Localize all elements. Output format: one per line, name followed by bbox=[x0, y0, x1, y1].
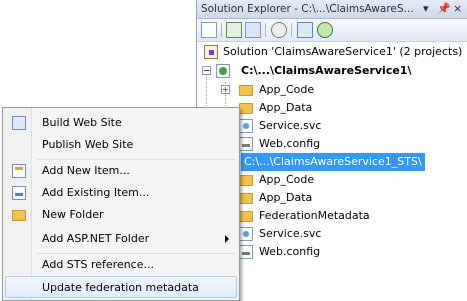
folder-icon bbox=[239, 103, 253, 114]
show-all-files-icon[interactable] bbox=[245, 22, 261, 38]
refresh-icon[interactable] bbox=[226, 22, 242, 38]
tree-item-label: Service.svc bbox=[259, 227, 322, 240]
tree-item-label: Service.svc bbox=[259, 119, 322, 132]
menu-item-add-sts-reference[interactable]: Add STS reference... bbox=[5, 254, 237, 276]
menu-item-label: Add Existing Item... bbox=[42, 186, 150, 199]
folder-icon bbox=[12, 210, 26, 221]
tree-item-solution[interactable]: Solution 'ClaimsAwareService1' (2 projec… bbox=[197, 43, 467, 61]
context-menu: Build Web Site Publish Web Site Add New … bbox=[2, 107, 240, 301]
dropdown-arrow-icon[interactable]: ▾ bbox=[423, 2, 429, 15]
config-file-icon bbox=[239, 245, 253, 259]
solution-explorer-toolbar bbox=[197, 19, 467, 42]
web-project-icon bbox=[216, 64, 230, 78]
web-configuration-icon[interactable] bbox=[317, 22, 333, 38]
menu-item-build-web-site[interactable]: Build Web Site bbox=[5, 112, 237, 134]
tree-item-label: App_Code bbox=[259, 173, 315, 186]
project-2-label: C:\...\ClaimsAwareService1_STS\ bbox=[241, 153, 425, 171]
menu-item-new-folder[interactable]: New Folder bbox=[5, 204, 237, 226]
tree-item-label: App_Data bbox=[259, 101, 313, 114]
menu-item-label: Add STS reference... bbox=[42, 258, 154, 271]
svc-file-icon bbox=[239, 227, 253, 241]
menu-item-label: Add New Item... bbox=[42, 164, 130, 177]
config-file-icon bbox=[239, 137, 253, 151]
properties-icon[interactable] bbox=[201, 22, 217, 38]
pin-icon[interactable]: 📌 bbox=[437, 2, 451, 15]
collapse-icon[interactable]: − bbox=[202, 66, 211, 75]
toolbar-separator bbox=[221, 23, 222, 37]
menu-item-update-federation-metadata[interactable]: Update federation metadata bbox=[5, 276, 237, 298]
menu-item-label: Build Web Site bbox=[42, 116, 122, 129]
existing-item-icon bbox=[12, 186, 26, 200]
folder-icon bbox=[239, 175, 253, 186]
build-icon bbox=[12, 116, 26, 130]
expand-icon[interactable]: + bbox=[221, 85, 230, 94]
tree-item-label: Web.config bbox=[259, 137, 321, 150]
view-designer-icon[interactable] bbox=[297, 22, 313, 38]
submenu-arrow-icon bbox=[225, 235, 229, 243]
solution-label: Solution 'ClaimsAwareService1' (2 projec… bbox=[223, 45, 463, 58]
tree-item-project-1[interactable]: − C:\...\ClaimsAwareService1\ bbox=[197, 62, 467, 80]
menu-item-add-existing-item[interactable]: Add Existing Item... bbox=[5, 182, 237, 204]
menu-item-add-aspnet-folder[interactable]: Add ASP.NET Folder bbox=[5, 228, 237, 250]
project-1-label: C:\...\ClaimsAwareService1\ bbox=[241, 64, 412, 77]
tree-item-label: App_Data bbox=[259, 191, 313, 204]
svc-file-icon bbox=[239, 119, 253, 133]
menu-item-label: Add ASP.NET Folder bbox=[42, 232, 150, 245]
close-icon[interactable]: × bbox=[453, 2, 462, 15]
folder-icon bbox=[239, 193, 253, 204]
folder-icon bbox=[239, 211, 253, 222]
nest-related-files-icon[interactable] bbox=[271, 22, 287, 38]
menu-item-publish-web-site[interactable]: Publish Web Site bbox=[5, 134, 237, 156]
menu-item-label: Update federation metadata bbox=[42, 281, 199, 294]
folder-icon bbox=[239, 85, 253, 96]
solution-icon bbox=[204, 45, 218, 59]
tree-item-label: Web.config bbox=[259, 245, 321, 258]
solution-explorer-title: Solution Explorer - C:\...\ClaimsAwareS.… bbox=[201, 3, 414, 15]
tree-item-label: App_Code bbox=[259, 83, 315, 96]
toolbar-separator bbox=[291, 23, 292, 37]
menu-item-add-new-item[interactable]: Add New Item... bbox=[5, 160, 237, 182]
menu-item-label: New Folder bbox=[42, 208, 104, 221]
solution-explorer-titlebar[interactable]: Solution Explorer - C:\...\ClaimsAwareS.… bbox=[197, 0, 467, 19]
menu-item-label: Publish Web Site bbox=[42, 138, 134, 151]
tree-item-app-code[interactable]: + App_Code bbox=[197, 81, 467, 99]
toolbar-separator bbox=[265, 23, 266, 37]
new-item-icon bbox=[12, 164, 26, 178]
tree-item-label: FederationMetadata bbox=[259, 209, 370, 222]
